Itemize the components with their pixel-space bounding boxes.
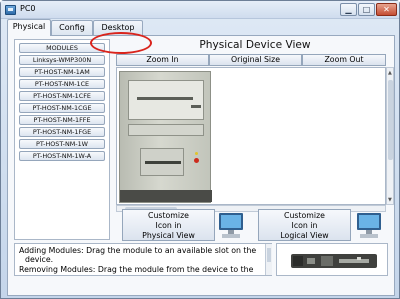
status-led (195, 152, 198, 155)
instructions-scrollbar[interactable] (265, 244, 272, 275)
module-item[interactable]: PT-HOST-NM-1W (19, 139, 105, 149)
module-preview-icon (291, 254, 377, 268)
pc-tower-image (119, 71, 212, 203)
zoom-in-button[interactable]: Zoom In (116, 54, 209, 66)
optical-drive-slot (137, 97, 193, 100)
module-item[interactable]: PT-HOST-NM-1CE (19, 79, 105, 89)
module-item[interactable]: PT-HOST-NM-1FGE (19, 127, 105, 137)
module-item[interactable]: PT-HOST-NM-1FFE (19, 115, 105, 125)
viewport-vertical-scrollbar[interactable]: ▲ ▼ (386, 67, 394, 205)
scroll-thumb[interactable] (388, 80, 393, 160)
modules-list: MODULES Linksys-WMP300N PT-HOST-NM-1AM P… (14, 39, 110, 240)
optical-drive-bay (128, 80, 204, 120)
original-size-button[interactable]: Original Size (209, 54, 302, 66)
module-item[interactable]: PT-HOST-NM-1AM (19, 67, 105, 77)
window-title: PC0 (20, 4, 36, 13)
maximize-button[interactable]: □ (358, 3, 375, 16)
tab-config[interactable]: Config (51, 20, 93, 35)
module-item[interactable]: Linksys-WMP300N (19, 55, 105, 65)
monitor-icon (219, 213, 243, 238)
button-line: Logical View (280, 231, 329, 240)
scroll-down-icon[interactable]: ▼ (388, 197, 392, 203)
title-bar[interactable]: PC0 ▁ □ ✕ (1, 1, 399, 19)
app-icon (5, 5, 16, 15)
eject-button (191, 105, 201, 108)
desktop-highlight-circle (90, 32, 152, 54)
button-line: Icon in (155, 221, 182, 230)
tab-physical[interactable]: Physical (7, 19, 51, 36)
button-line: Customize (148, 211, 189, 220)
physical-panel: MODULES Linksys-WMP300N PT-HOST-NM-1AM P… (7, 35, 395, 296)
module-item[interactable]: PT-HOST-NM-1CGE (19, 103, 105, 113)
blank-bay (128, 124, 204, 136)
module-item[interactable]: PT-HOST-NM-1CFE (19, 91, 105, 101)
button-line: Customize (284, 211, 325, 220)
pc-base (120, 190, 212, 202)
floppy-slot (145, 161, 181, 164)
close-button[interactable]: ✕ (376, 3, 397, 16)
scroll-up-icon[interactable]: ▲ (388, 70, 392, 76)
customize-physical-view-button[interactable]: Customize Icon in Physical View (122, 209, 215, 241)
device-window: PC0 ▁ □ ✕ Physical Config Desktop MODULE… (0, 0, 400, 299)
physical-device-view-title: Physical Device View (199, 39, 311, 51)
power-button[interactable] (194, 158, 199, 163)
module-item[interactable]: PT-HOST-NM-1W-A (19, 151, 105, 161)
minimize-button[interactable]: ▁ (340, 3, 357, 16)
button-line: Physical View (142, 231, 195, 240)
button-line: Icon in (291, 221, 318, 230)
monitor-icon (357, 213, 381, 238)
info-line: device. (25, 255, 54, 265)
info-line: Removing Modules: Drag the module from t… (19, 264, 254, 274)
customize-logical-view-button[interactable]: Customize Icon in Logical View (258, 209, 351, 241)
instructions-text: Adding Modules: Drag the module to an av… (14, 243, 272, 276)
device-viewport[interactable] (116, 67, 386, 205)
scroll-thumb[interactable] (267, 248, 271, 262)
info-line: Adding Modules: Drag the module to an av… (19, 246, 257, 255)
floppy-bay (140, 148, 184, 176)
module-preview (276, 243, 388, 276)
zoom-out-button[interactable]: Zoom Out (302, 54, 386, 66)
